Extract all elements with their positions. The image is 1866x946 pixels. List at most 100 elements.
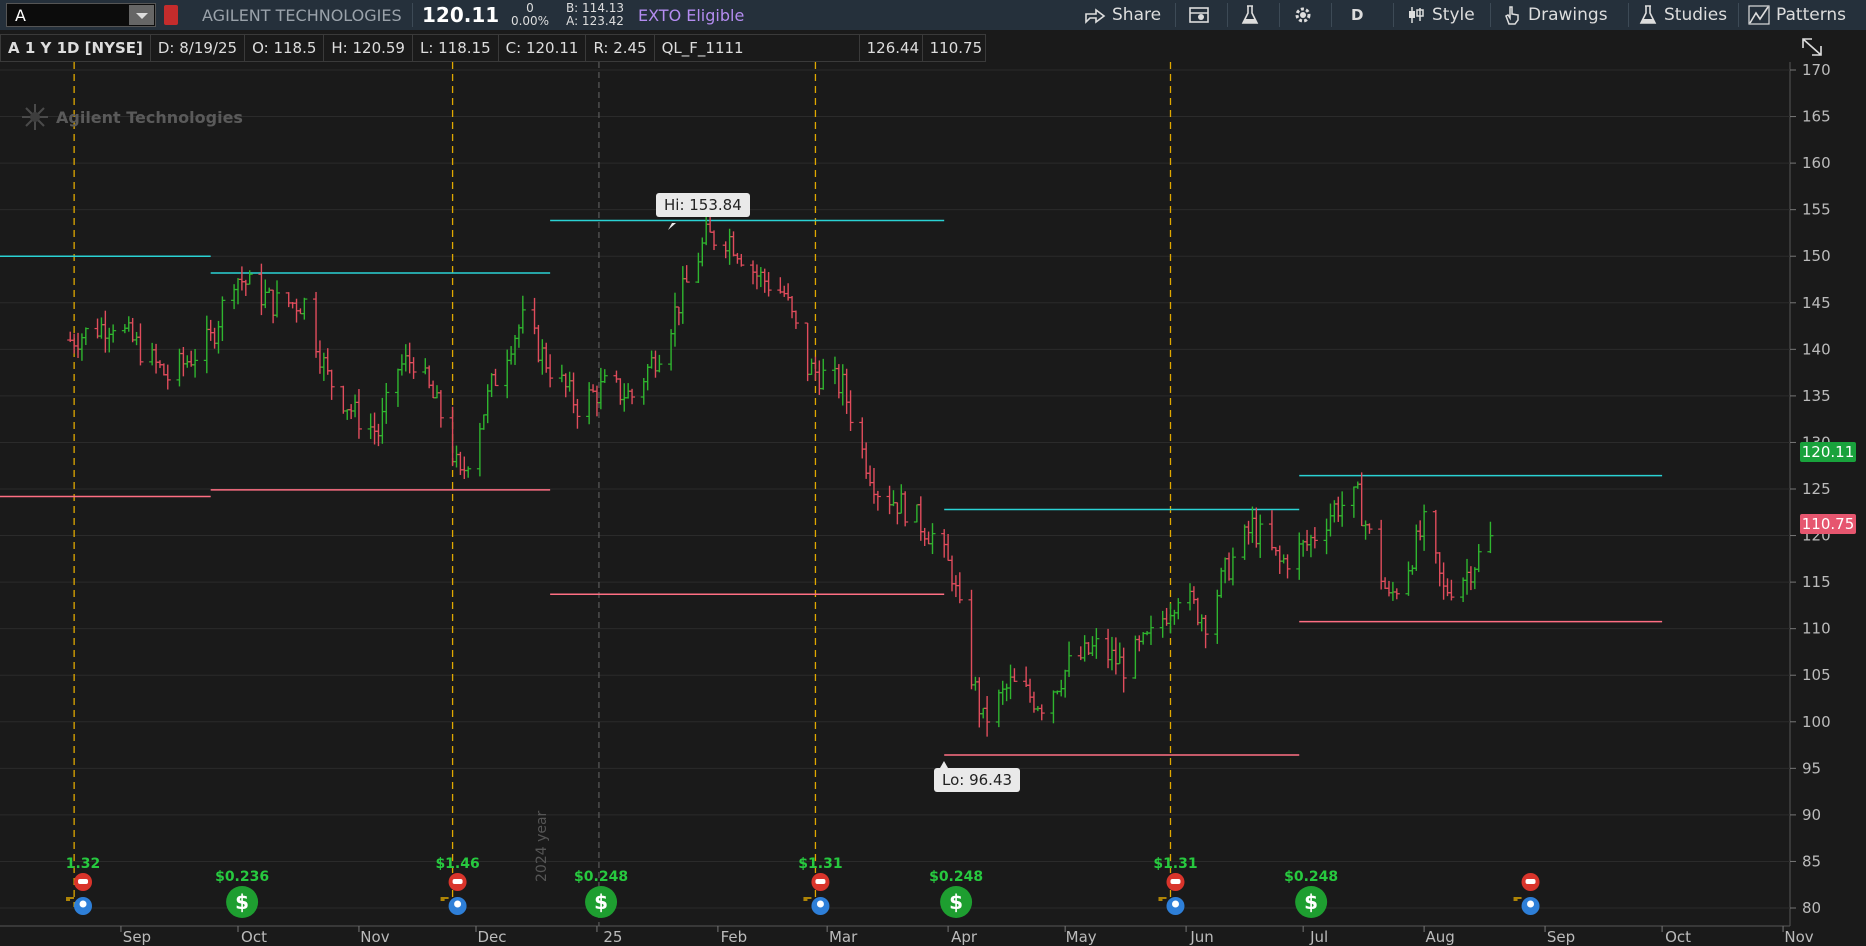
- bar-date: D: 8/19/25: [149, 34, 245, 62]
- x-tick-label: Sep: [1547, 928, 1575, 946]
- y-tick-label: 90: [1802, 806, 1821, 824]
- divider: [1175, 3, 1176, 27]
- earnings-eps-label: $1.31: [1153, 856, 1197, 872]
- settings-button[interactable]: [1292, 0, 1320, 30]
- style-button[interactable]: Style: [1406, 0, 1475, 30]
- y-tick-label: 135: [1802, 387, 1831, 405]
- y-tick-label: 80: [1802, 899, 1821, 917]
- bar-open: O: 118.5: [244, 34, 324, 62]
- divider: [1393, 3, 1394, 27]
- earnings-marker: [440, 897, 449, 901]
- x-tick-label: Jun: [1189, 928, 1213, 946]
- x-tick-label: Oct: [1665, 928, 1691, 946]
- bar-low: L: 118.15: [411, 34, 498, 62]
- watermark: Agilent Technologies: [20, 102, 243, 132]
- x-tick-label: Jul: [1309, 928, 1328, 946]
- chart-info-bar: A 1 Y 1D [NYSE] D: 8/19/25 O: 118.5 H: 1…: [0, 34, 986, 62]
- candle-style-icon: [1409, 7, 1424, 23]
- hand-drawings-icon: [1505, 6, 1519, 25]
- watermark-text: Agilent Technologies: [56, 107, 243, 127]
- bar-close: C: 120.11: [497, 34, 586, 62]
- earnings-phone-glyph: [815, 879, 826, 884]
- y-tick-label: 140: [1802, 340, 1831, 358]
- ask-value: A: 123.42: [566, 14, 624, 28]
- bar-high: H: 120.59: [323, 34, 412, 62]
- year-label: 2024 year: [534, 810, 550, 882]
- chevron-down-icon[interactable]: [129, 5, 154, 25]
- share-button[interactable]: Share: [1084, 0, 1161, 30]
- change-block: 0 0.00%: [505, 0, 555, 30]
- divider: [1279, 3, 1280, 27]
- gear-icon: [1295, 7, 1311, 23]
- y-tick-label: 170: [1802, 62, 1831, 79]
- bid-ask-block: B: 114.13 A: 123.42: [560, 0, 630, 30]
- y-tick-label: 125: [1802, 480, 1831, 498]
- symbol-link-icon[interactable]: [164, 5, 178, 25]
- agilent-logo-icon: [22, 104, 48, 130]
- x-tick-label: Feb: [721, 928, 748, 946]
- y-tick-label: 150: [1802, 247, 1831, 265]
- x-tick-label: Sep: [123, 928, 151, 946]
- drawings-label: Drawings: [1528, 5, 1608, 25]
- x-tick-label: Mar: [829, 928, 858, 946]
- lightbulb-glyph: [1171, 900, 1179, 908]
- low-line-tag: 110.75: [1800, 514, 1856, 534]
- earnings-marker: [1158, 897, 1167, 901]
- timeframe-label: D: [1351, 6, 1364, 24]
- divider: [1628, 3, 1629, 27]
- earnings-phone-glyph: [1525, 879, 1536, 884]
- lightbulb-glyph: [79, 900, 87, 908]
- calendar-button[interactable]: [1188, 0, 1216, 30]
- studies-flask-icon: [1639, 5, 1657, 24]
- study-low-value: 110.75: [921, 34, 986, 62]
- earnings-marker: [66, 897, 75, 901]
- chart-symbol-label[interactable]: A 1 Y 1D [NYSE]: [0, 34, 150, 62]
- bar-range: R: 2.45: [585, 34, 654, 62]
- x-tick-label: Oct: [241, 928, 267, 946]
- flask-button[interactable]: [1240, 0, 1266, 30]
- dividend-dollar-glyph: $: [235, 890, 249, 914]
- dividend-label: $0.248: [574, 869, 628, 885]
- study-label[interactable]: QL_F_1111: [653, 34, 859, 62]
- dividend-label: $0.248: [1284, 869, 1338, 885]
- y-tick-label: 105: [1802, 666, 1831, 684]
- last-price-tag: 120.11: [1800, 442, 1856, 462]
- top-toolbar: AGILENT TECHNOLOGIES 120.11 0 0.00% B: 1…: [0, 0, 1866, 30]
- lightbulb-glyph: [454, 900, 462, 908]
- x-tick-label: Nov: [1784, 928, 1813, 946]
- x-tick-label: Apr: [951, 928, 978, 946]
- crosshair-toggle-icon[interactable]: [1800, 36, 1824, 58]
- patterns-button[interactable]: Patterns: [1748, 0, 1846, 30]
- exto-eligible-badge[interactable]: EXTO Eligible: [630, 0, 763, 30]
- chart-canvas[interactable]: 1701651601551501451401351301251201151101…: [0, 62, 1866, 946]
- x-tick-label: 25: [603, 928, 622, 946]
- y-tick-label: 95: [1802, 759, 1821, 777]
- y-tick-label: 110: [1802, 620, 1831, 638]
- x-tick-label: May: [1066, 928, 1097, 946]
- last-price: 120.11: [422, 3, 500, 27]
- study-high-value: 126.44: [858, 34, 922, 62]
- earnings-marker: [1513, 897, 1522, 901]
- dividend-dollar-glyph: $: [949, 890, 963, 914]
- y-tick-label: 145: [1802, 294, 1831, 312]
- y-tick-label: 165: [1802, 108, 1831, 126]
- patterns-icon: [1748, 5, 1770, 25]
- timeframe-button[interactable]: D: [1351, 0, 1363, 30]
- y-tick-label: 100: [1802, 713, 1831, 731]
- dividend-label: $0.248: [929, 869, 983, 885]
- share-label: Share: [1112, 5, 1162, 25]
- earnings-eps-label: 1.32: [66, 856, 101, 872]
- lightbulb-glyph: [1527, 900, 1535, 908]
- price-chart[interactable]: 1701651601551501451401351301251201151101…: [0, 62, 1866, 946]
- drawings-button[interactable]: Drawings: [1502, 0, 1608, 30]
- earnings-phone-glyph: [452, 879, 463, 884]
- style-label: Style: [1432, 5, 1475, 25]
- x-tick-label: Dec: [477, 928, 506, 946]
- calendar-icon: [1189, 7, 1209, 23]
- company-name: AGILENT TECHNOLOGIES: [202, 5, 402, 25]
- patterns-label: Patterns: [1776, 5, 1847, 25]
- earnings-marker: [803, 897, 812, 901]
- high-price-note: Hi: 153.84: [656, 193, 750, 217]
- studies-button[interactable]: Studies: [1638, 0, 1727, 30]
- flask-icon: [1241, 5, 1259, 24]
